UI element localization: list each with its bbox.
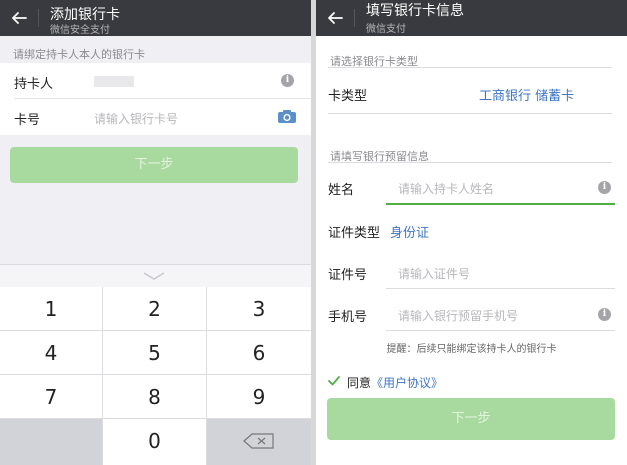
card-number-row[interactable]: 卡号 请输入银行卡号: [0, 99, 311, 135]
backspace-icon: [243, 433, 274, 449]
numeric-keypad: 1 2 3 4 5 6 7 8 9 0: [0, 264, 311, 465]
cardholder-label: 持卡人: [14, 77, 54, 92]
row-divider: [328, 113, 612, 114]
key-6[interactable]: 6: [207, 331, 311, 375]
key-blank: [0, 419, 103, 465]
key-2[interactable]: 2: [103, 287, 207, 331]
next-button[interactable]: 下一步: [10, 147, 298, 183]
section-underline: [328, 67, 612, 68]
cardholder-masked-name: [94, 76, 134, 87]
agree-text: 同意: [347, 376, 372, 390]
key-3[interactable]: 3: [207, 287, 311, 331]
key-7[interactable]: 7: [0, 375, 103, 419]
page-title: 填写银行卡信息: [366, 3, 464, 19]
key-0[interactable]: 0: [103, 419, 207, 465]
id-number-underline: [386, 288, 615, 289]
info-icon[interactable]: i: [598, 308, 611, 321]
top-bar-separator: [354, 9, 355, 27]
key-4[interactable]: 4: [0, 331, 103, 375]
card-number-input[interactable]: 请输入银行卡号: [94, 110, 178, 127]
add-bank-card-screen: 添加银行卡 微信安全支付 请绑定持卡人本人的银行卡 持卡人 i 卡号 请输入银行…: [0, 0, 311, 465]
name-input[interactable]: 请输入持卡人姓名: [398, 180, 494, 197]
card-type-label: 卡类型: [328, 89, 368, 104]
page-subtitle: 微信安全支付: [50, 25, 110, 36]
key-1[interactable]: 1: [0, 287, 103, 331]
name-label: 姓名: [328, 183, 355, 198]
camera-icon[interactable]: [277, 109, 297, 124]
section-underline: [328, 162, 612, 163]
card-type-value[interactable]: 工商银行 储蓄卡: [479, 85, 574, 104]
key-delete[interactable]: [207, 419, 311, 465]
next-button[interactable]: 下一步: [327, 398, 615, 440]
name-input-underline: [386, 203, 615, 205]
id-type-label: 证件类型: [328, 226, 381, 241]
card-form: 持卡人 i 卡号 请输入银行卡号: [0, 63, 311, 135]
page-subtitle: 微信支付: [366, 24, 406, 35]
info-icon[interactable]: i: [281, 74, 294, 87]
id-number-label: 证件号: [328, 268, 368, 283]
key-8[interactable]: 8: [103, 375, 207, 419]
checkmark-icon[interactable]: [328, 375, 340, 387]
key-9[interactable]: 9: [207, 375, 311, 419]
phone-label: 手机号: [328, 310, 368, 325]
top-bar: 填写银行卡信息 微信支付: [316, 0, 627, 36]
phone-underline: [386, 330, 615, 331]
fill-card-info-screen: 填写银行卡信息 微信支付 请选择银行卡类型 卡类型 工商银行 储蓄卡 请填写银行…: [316, 0, 627, 465]
user-agreement-link[interactable]: 《用户协议》: [371, 376, 443, 390]
key-5[interactable]: 5: [103, 331, 207, 375]
top-bar: 添加银行卡 微信安全支付: [0, 0, 311, 36]
chevron-down-icon[interactable]: [141, 270, 167, 282]
agree-terms: 同意《用户协议》: [347, 374, 443, 391]
info-icon[interactable]: i: [598, 181, 611, 194]
phone-input[interactable]: 请输入银行预留手机号: [398, 307, 518, 324]
binding-tip: 提醒：后续只能绑定该持卡人的银行卡: [386, 344, 557, 355]
cardholder-row: 持卡人 i: [0, 63, 311, 99]
back-arrow-icon[interactable]: [10, 9, 28, 27]
back-arrow-icon[interactable]: [326, 9, 344, 27]
bind-hint: 请绑定持卡人本人的银行卡: [13, 48, 145, 61]
id-number-input[interactable]: 请输入证件号: [398, 265, 470, 282]
card-number-label: 卡号: [14, 113, 41, 128]
id-type-value[interactable]: 身份证: [390, 222, 429, 241]
top-bar-separator: [38, 9, 39, 27]
